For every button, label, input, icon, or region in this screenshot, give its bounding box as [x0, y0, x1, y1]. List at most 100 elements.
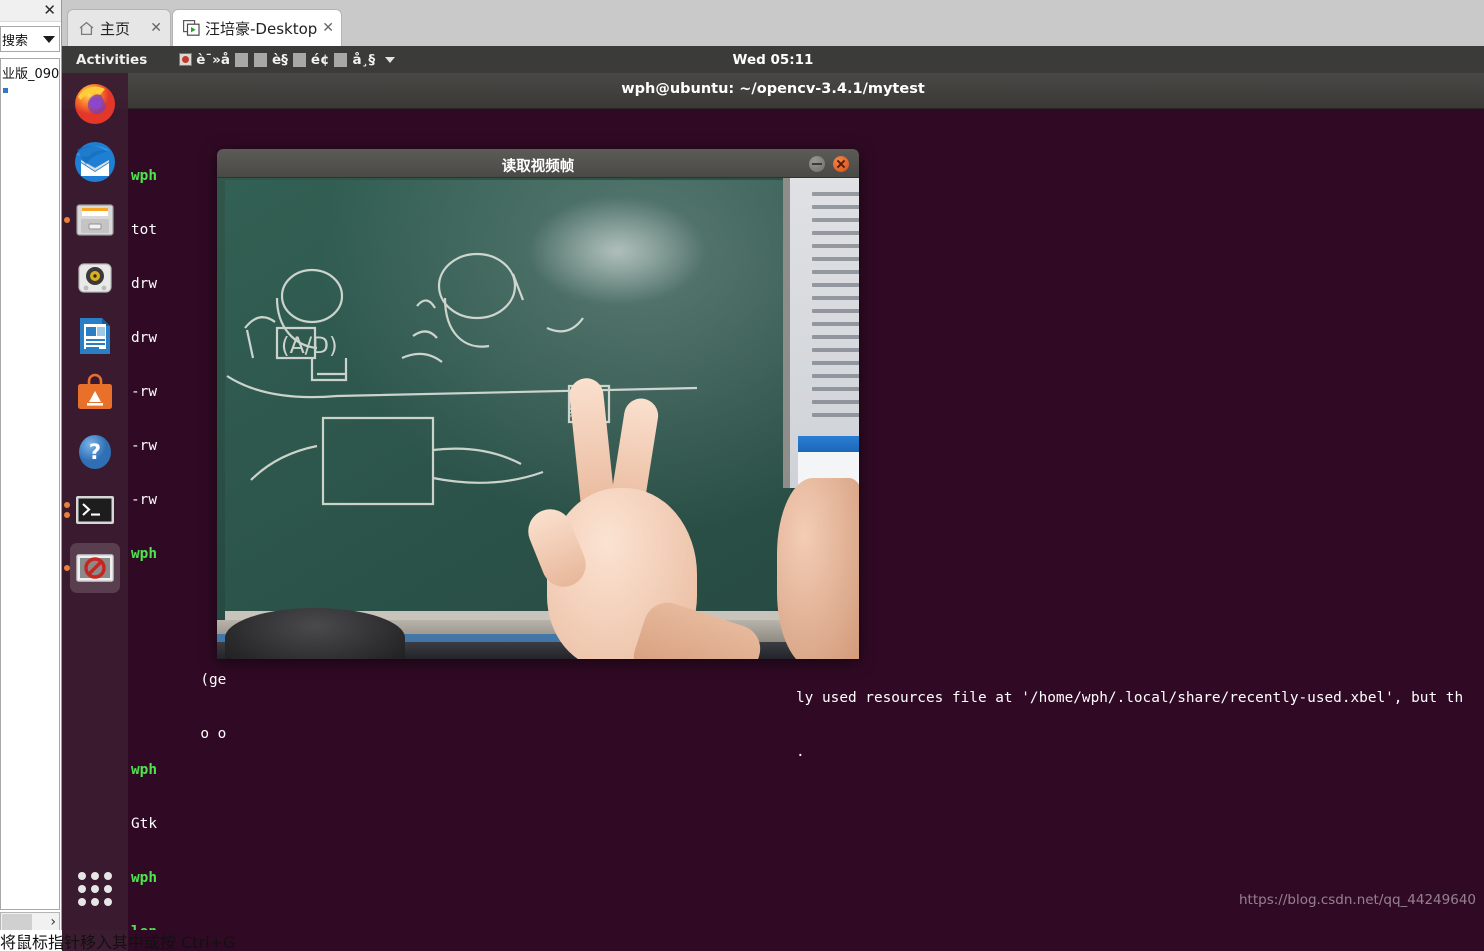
grid-dot-icon [78, 872, 86, 880]
result-list[interactable]: 业版_090 [0, 58, 60, 910]
window-title-strip: wph@ubuntu: ~/opencv-3.4.1/mytest [62, 73, 1484, 109]
status-bar-text: 将鼠标指针移入其中或按 Ctrl+G [0, 933, 236, 951]
browser-tabbar: 主页 ✕ 汪培豪-Desktop ✕ [62, 0, 1484, 46]
terminal-text-right: ly used resources file at '/home/wph/.lo… [796, 690, 1464, 706]
search-combobox[interactable]: 搜索 [0, 26, 60, 52]
clock[interactable]: Wed 05:11 [733, 52, 814, 68]
dock-item-rhythmbox[interactable] [70, 253, 120, 303]
close-icon[interactable]: ✕ [322, 20, 334, 36]
minimize-button[interactable] [809, 156, 825, 172]
background-window-left: ✕ 搜索 业版_090 › [0, 0, 62, 940]
running-indicator-dot [64, 565, 70, 571]
video-window-titlebar[interactable]: 读取视频帧 [217, 149, 859, 178]
terminal-text: tot [131, 222, 157, 238]
background-window-titlebar: ✕ [0, 0, 61, 22]
app-menu-label-part2: è§ [271, 51, 288, 68]
list-bullet-icon [3, 88, 8, 93]
dock-item-thunderbird[interactable] [70, 137, 120, 187]
terminal-text: -rw [131, 438, 157, 454]
missing-glyph-box [292, 52, 306, 67]
missing-glyph-box [234, 52, 248, 67]
libreoffice-writer-icon [80, 318, 110, 354]
tab-remote-desktop-label: 汪培豪-Desktop [205, 19, 318, 38]
svg-text:(A/D): (A/D) [281, 334, 338, 359]
terminal-row: Gtk [131, 815, 1484, 833]
terminal-text: wph [131, 870, 157, 886]
terminal-text: (ge [200, 672, 227, 688]
tab-remote-desktop[interactable]: 汪培豪-Desktop ✕ [172, 9, 342, 46]
chevron-down-icon[interactable] [43, 36, 55, 43]
grid-dot-icon [78, 885, 86, 893]
grid-dot-icon [104, 872, 112, 880]
terminal-row: wph [131, 869, 1484, 887]
watermark: https://blog.csdn.net/qq_44249640 [1238, 892, 1476, 908]
grid-dot-icon [91, 898, 99, 906]
dark-object [225, 608, 405, 659]
help-icon: ? [79, 435, 111, 469]
terminal-text: o o [200, 726, 227, 742]
app-menu-label-part4: å¸§ [352, 51, 376, 68]
tab-home[interactable]: 主页 ✕ [67, 9, 171, 46]
dock-item-files[interactable] [64, 195, 120, 245]
dock-item-ubuntu-software[interactable] [70, 369, 120, 419]
remote-desktop-icon [183, 20, 200, 36]
list-item[interactable]: 业版_090 [1, 59, 59, 82]
blocked-icon [76, 554, 114, 582]
screenshot-root: ✕ 搜索 业版_090 › 主页 ✕ 汪培豪-Desktop ✕ Activit… [0, 0, 1484, 951]
terminal-text: wph [131, 546, 157, 562]
rhythmbox-icon [78, 263, 112, 293]
scrollbar-thumb[interactable] [2, 914, 32, 930]
dock-item-firefox[interactable] [70, 79, 120, 129]
terminal-row: wph [131, 761, 1484, 779]
bottom-strip: 将鼠标指针移入其中或按 Ctrl+G [0, 930, 1484, 951]
app-menu-label-part1: è¯»å [196, 51, 230, 68]
missing-glyph-box [253, 52, 267, 67]
tab-home-label: 主页 [100, 19, 131, 38]
terminal-text: wph [131, 168, 157, 184]
grid-dot-icon [78, 898, 86, 906]
close-icon[interactable]: ✕ [150, 20, 162, 36]
grid-dot-icon [104, 898, 112, 906]
screen-text-lines [812, 192, 859, 426]
ubuntu-software-icon [78, 373, 112, 409]
terminal-text: wph [131, 762, 157, 778]
app-icon [179, 53, 193, 66]
firefox-icon [75, 84, 115, 124]
ubuntu-dock: ? [62, 73, 128, 930]
running-indicator-dot [64, 217, 70, 223]
hand-v-sign [517, 368, 767, 659]
files-icon [76, 204, 114, 236]
app-menu-button[interactable]: è¯»å è§ é¢ å¸§ [179, 51, 396, 68]
terminal-bottom-fill [128, 930, 1484, 951]
dock-item-libreoffice-writer[interactable] [70, 311, 120, 361]
scroll-right-icon[interactable]: › [50, 914, 56, 930]
running-indicator-dot [64, 502, 70, 508]
terminal-text: drw [131, 330, 157, 346]
second-hand [777, 478, 859, 659]
terminal-row: len [131, 923, 1484, 930]
search-input[interactable]: 搜索 [2, 30, 28, 49]
grid-dot-icon [104, 885, 112, 893]
projector-screen [783, 178, 859, 488]
close-icon[interactable]: ✕ [43, 2, 56, 18]
terminal-icon [76, 496, 114, 524]
show-applications-button[interactable] [78, 872, 112, 906]
video-frame-canvas: (A/D) [217, 178, 859, 659]
video-frame-window[interactable]: 读取视频帧 (A/D) [217, 149, 859, 659]
running-indicator-dot [64, 512, 70, 518]
terminal-text: drw [131, 276, 157, 292]
terminal-text: Gtk [131, 816, 157, 832]
svg-text:?: ? [89, 440, 101, 464]
missing-glyph-box [334, 52, 348, 67]
chevron-down-icon[interactable] [385, 56, 396, 63]
dock-item-terminal[interactable] [64, 485, 120, 535]
activities-button[interactable]: Activities [62, 52, 147, 68]
dock-item-blocked-app[interactable] [64, 543, 120, 593]
gnome-topbar: Activities è¯»å è§ é¢ å¸§ Wed 05:11 [62, 46, 1484, 73]
close-button[interactable] [833, 156, 849, 172]
dock-item-help[interactable]: ? [70, 427, 120, 477]
terminal-text: -rw [131, 492, 157, 508]
window-title: wph@ubuntu: ~/opencv-3.4.1/mytest [621, 81, 925, 97]
home-icon [78, 21, 95, 36]
terminal-row: o o . [131, 707, 1484, 760]
